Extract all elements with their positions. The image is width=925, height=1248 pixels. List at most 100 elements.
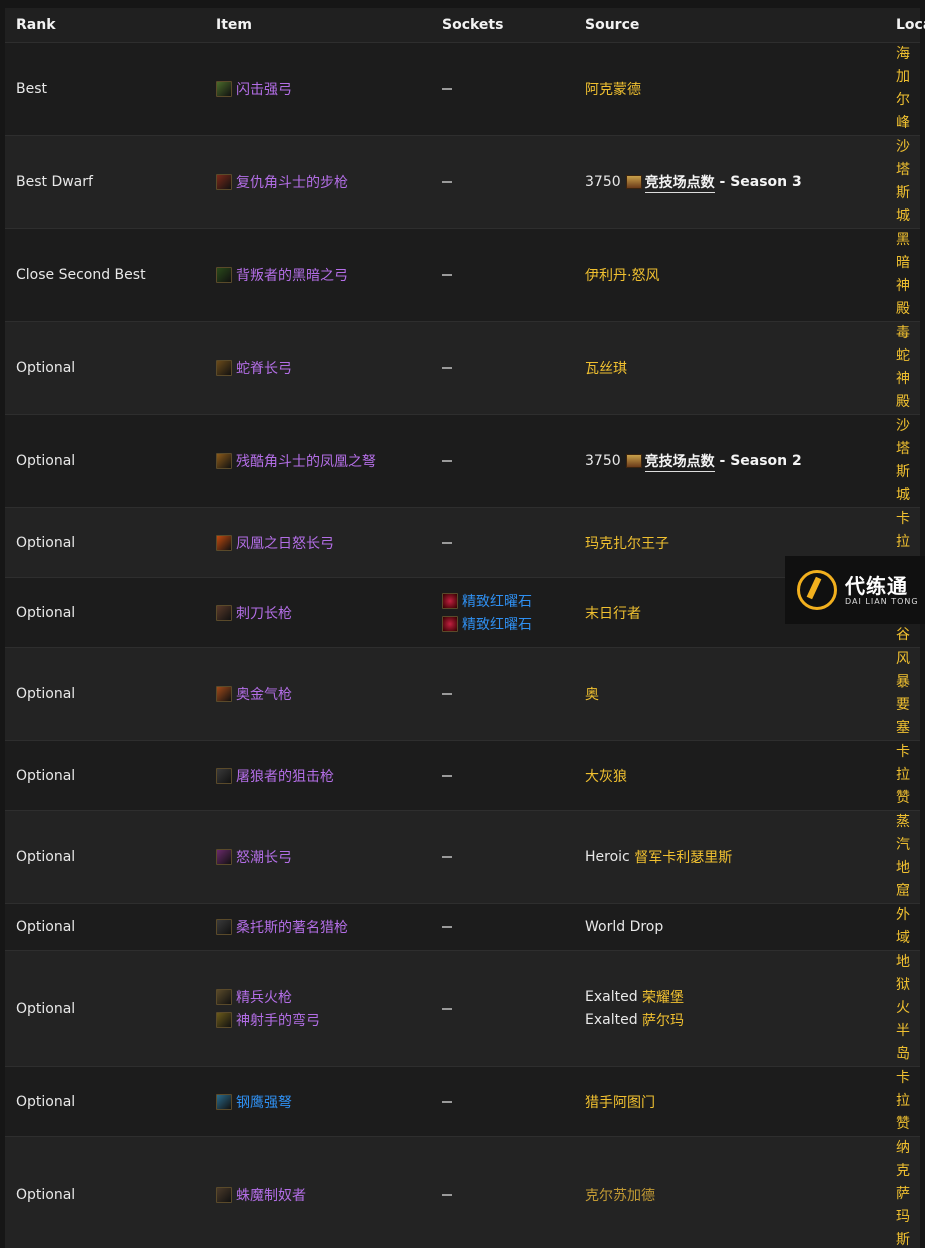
gem-icon <box>442 593 458 609</box>
source-part[interactable]: 末日行者 <box>585 603 641 623</box>
item-name[interactable]: 蛛魔制奴者 <box>236 1185 306 1205</box>
item-cell: 桑托斯的著名猎枪 <box>205 904 431 951</box>
item-name[interactable]: 凤凰之日怒长弓 <box>236 533 334 553</box>
logo-mark-icon <box>797 570 837 610</box>
header-item[interactable]: Item <box>205 8 431 43</box>
source-part[interactable]: 阿克蒙德 <box>585 79 641 99</box>
sockets-cell <box>431 1067 574 1137</box>
location-cell[interactable]: 沙塔斯城 <box>885 415 920 508</box>
header-sockets[interactable]: Sockets <box>431 8 574 43</box>
item-name[interactable]: 奥金气枪 <box>236 684 292 704</box>
location-cell[interactable]: 外域 <box>885 904 920 951</box>
location-cell[interactable]: 黑暗神殿 <box>885 229 920 322</box>
location-cell[interactable]: 蒸汽地窟 <box>885 811 920 904</box>
source-part[interactable]: 竞技场点数 <box>645 172 715 193</box>
item-link[interactable]: 凤凰之日怒长弓 <box>216 531 431 554</box>
item-name[interactable]: 残酷角斗士的凤凰之弩 <box>236 451 376 471</box>
item-cell: 钢鹰强弩 <box>205 1067 431 1137</box>
item-link[interactable]: 桑托斯的著名猎枪 <box>216 916 431 939</box>
gem-name[interactable]: 精致红曜石 <box>462 591 532 611</box>
item-link[interactable]: 神射手的弯弓 <box>216 1009 431 1032</box>
header-location[interactable]: Location <box>885 8 920 43</box>
source-part[interactable]: 玛克扎尔王子 <box>585 533 669 553</box>
source-line: Heroic 督军卡利瑟里斯 <box>585 846 885 869</box>
item-link[interactable]: 背叛者的黑暗之弓 <box>216 264 431 287</box>
source-cell: 伊利丹·怒风 <box>574 229 885 322</box>
item-link[interactable]: 精兵火枪 <box>216 986 431 1009</box>
item-name[interactable]: 精兵火枪 <box>236 987 292 1007</box>
location-cell[interactable]: 毒蛇神殿 <box>885 322 920 415</box>
source-part[interactable]: 克尔苏加德 <box>585 1185 655 1205</box>
location-cell[interactable]: 海加尔峰 <box>885 43 920 136</box>
location-cell[interactable]: 纳克萨玛斯 <box>885 1137 920 1248</box>
source-cell: 瓦丝琪 <box>574 322 885 415</box>
source-part[interactable]: 瓦丝琪 <box>585 358 627 378</box>
arena-points-icon <box>626 454 642 468</box>
sockets-cell <box>431 415 574 508</box>
gem-link[interactable]: 精致红曜石 <box>442 613 574 636</box>
table-row: Best闪击强弓阿克蒙德海加尔峰 <box>5 43 920 136</box>
item-link[interactable]: 蛛魔制奴者 <box>216 1183 431 1206</box>
item-link[interactable]: 钢鹰强弩 <box>216 1090 431 1113</box>
item-name[interactable]: 钢鹰强弩 <box>236 1092 292 1112</box>
item-cell: 残酷角斗士的凤凰之弩 <box>205 415 431 508</box>
source-part: World Drop <box>585 919 663 935</box>
source-part[interactable]: 荣耀堡 <box>642 987 684 1007</box>
source-part[interactable]: 猎手阿图门 <box>585 1092 655 1112</box>
item-name[interactable]: 闪击强弓 <box>236 79 292 99</box>
rank-cell: Optional <box>5 741 205 811</box>
source-part[interactable]: 督军卡利瑟里斯 <box>634 847 732 867</box>
source-cell: Heroic 督军卡利瑟里斯 <box>574 811 885 904</box>
location-cell[interactable]: 卡拉赞 <box>885 741 920 811</box>
item-icon <box>216 535 232 551</box>
sockets-cell <box>431 741 574 811</box>
rank-cell: Optional <box>5 508 205 578</box>
item-link[interactable]: 屠狼者的狙击枪 <box>216 764 431 787</box>
rank-cell: Optional <box>5 811 205 904</box>
item-link[interactable]: 复仇角斗士的步枪 <box>216 171 431 194</box>
arena-points-icon <box>626 175 642 189</box>
item-link[interactable]: 残酷角斗士的凤凰之弩 <box>216 450 431 473</box>
header-rank[interactable]: Rank <box>5 8 205 43</box>
item-name[interactable]: 复仇角斗士的步枪 <box>236 172 348 192</box>
item-name[interactable]: 背叛者的黑暗之弓 <box>236 265 348 285</box>
item-link[interactable]: 怒潮长弓 <box>216 846 431 869</box>
item-link[interactable]: 奥金气枪 <box>216 683 431 706</box>
gem-name[interactable]: 精致红曜石 <box>462 614 532 634</box>
location-cell[interactable]: 地狱火半岛 <box>885 951 920 1067</box>
header-source[interactable]: Source <box>574 8 885 43</box>
gem-link[interactable]: 精致红曜石 <box>442 590 574 613</box>
item-link[interactable]: 蛇脊长弓 <box>216 357 431 380</box>
item-name[interactable]: 蛇脊长弓 <box>236 358 292 378</box>
source-part[interactable]: 奥 <box>585 684 599 704</box>
item-name[interactable]: 桑托斯的著名猎枪 <box>236 917 348 937</box>
table-row: Optional凤凰之日怒长弓玛克扎尔王子卡拉赞 <box>5 508 920 578</box>
source-part[interactable]: 萨尔玛 <box>642 1010 684 1030</box>
table-row: Optional 怒潮长弓 Heroic 督军卡利瑟里斯蒸汽地窟 <box>5 811 920 904</box>
item-name[interactable]: 神射手的弯弓 <box>236 1010 320 1030</box>
source-part[interactable]: 大灰狼 <box>585 766 627 786</box>
item-name[interactable]: 刺刀长枪 <box>236 603 292 623</box>
item-cell: 刺刀长枪 <box>205 578 431 648</box>
table-row: Optional蛛魔制奴者克尔苏加德纳克萨玛斯 <box>5 1137 920 1248</box>
source-line: Exalted 荣耀堡 <box>585 986 885 1009</box>
item-link[interactable]: 闪击强弓 <box>216 78 431 101</box>
item-cell: 复仇角斗士的步枪 <box>205 136 431 229</box>
location-cell[interactable]: 沙塔斯城 <box>885 136 920 229</box>
source-cell: 猎手阿图门 <box>574 1067 885 1137</box>
location-cell[interactable]: 风暴要塞 <box>885 648 920 741</box>
empty-dash-icon <box>442 181 452 183</box>
empty-dash-icon <box>442 693 452 695</box>
item-name[interactable]: 怒潮长弓 <box>236 847 292 867</box>
item-link[interactable]: 刺刀长枪 <box>216 601 431 624</box>
rank-cell: Optional <box>5 415 205 508</box>
item-name[interactable]: 屠狼者的狙击枪 <box>236 766 334 786</box>
item-cell: 奥金气枪 <box>205 648 431 741</box>
source-part[interactable]: 伊利丹·怒风 <box>585 265 659 285</box>
source-line: 大灰狼 <box>585 764 885 787</box>
source-part[interactable]: 竞技场点数 <box>645 451 715 472</box>
item-icon <box>216 686 232 702</box>
source-part: - Season 2 <box>715 453 802 469</box>
rank-cell: Optional <box>5 951 205 1067</box>
location-cell[interactable]: 卡拉赞 <box>885 1067 920 1137</box>
